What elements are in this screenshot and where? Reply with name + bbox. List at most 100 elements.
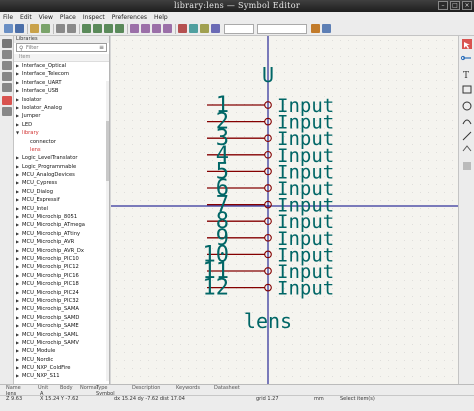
chevron-right-icon[interactable]: ▶ bbox=[16, 179, 19, 187]
library-item[interactable]: ▶ MCU_Microchip_PIC32 bbox=[14, 297, 109, 305]
filter-menu-icon[interactable]: ≡ bbox=[99, 44, 104, 51]
chevron-right-icon[interactable]: ▶ bbox=[16, 314, 19, 322]
check-symbol-icon[interactable] bbox=[311, 24, 320, 33]
save-icon[interactable] bbox=[15, 24, 24, 33]
library-item[interactable]: ▶ MCU_Microchip_ATtiny bbox=[14, 230, 109, 238]
add-text-icon[interactable]: T bbox=[463, 71, 469, 81]
chevron-right-icon[interactable]: ▶ bbox=[16, 163, 19, 171]
chevron-right-icon[interactable]: ▶ bbox=[16, 372, 19, 380]
mirror-v-icon[interactable] bbox=[152, 24, 161, 33]
grid-toggle-icon[interactable] bbox=[2, 39, 12, 48]
menu-place[interactable]: Place bbox=[60, 14, 76, 21]
library-item[interactable]: ▶ MCU_Microchip_AVR bbox=[14, 238, 109, 246]
zoom-out-icon[interactable] bbox=[104, 24, 113, 33]
library-item[interactable]: ▶ MCU_Microchip_PIC24 bbox=[14, 289, 109, 297]
symbol-canvas[interactable]: U 1 Input 2 Input 3 Input 4 Input 5 Input 6 Input 7 In… bbox=[111, 36, 458, 384]
add-rectangle-icon[interactable] bbox=[462, 85, 472, 94]
menu-file[interactable]: File bbox=[3, 14, 13, 21]
library-item[interactable]: ▶ Interface_USB bbox=[14, 87, 109, 95]
rotate-ccw-icon[interactable] bbox=[130, 24, 139, 33]
redo-icon[interactable] bbox=[67, 24, 76, 33]
library-item[interactable]: ▶ MCU_Microchip_SAMV bbox=[14, 339, 109, 347]
chevron-right-icon[interactable]: ▶ bbox=[16, 79, 19, 87]
library-item[interactable]: ▶ MCU_Microchip_SAMA bbox=[14, 305, 109, 313]
chevron-right-icon[interactable]: ▶ bbox=[16, 289, 19, 297]
chevron-right-icon[interactable]: ▶ bbox=[16, 221, 19, 229]
pin-table-icon[interactable] bbox=[41, 24, 50, 33]
library-item[interactable]: ▶ MCU_NXP_ColdFire bbox=[14, 364, 109, 372]
units-inch-icon[interactable] bbox=[2, 61, 12, 70]
maximize-button[interactable]: □ bbox=[450, 1, 460, 10]
library-item[interactable]: ▶ Isolator_Analog bbox=[14, 104, 109, 112]
library-item[interactable]: ▶ MCU_Espressif bbox=[14, 196, 109, 204]
chevron-right-icon[interactable]: ▶ bbox=[16, 205, 19, 213]
library-scrollbar[interactable] bbox=[106, 81, 109, 381]
chevron-right-icon[interactable]: ▶ bbox=[16, 305, 19, 313]
rotate-cw-icon[interactable] bbox=[141, 24, 150, 33]
polar-coords-icon[interactable] bbox=[2, 50, 12, 59]
library-item[interactable]: ▶ Logic_Programmable bbox=[14, 163, 109, 171]
chevron-right-icon[interactable]: ▶ bbox=[16, 272, 19, 280]
zoom-redraw-icon[interactable] bbox=[82, 24, 91, 33]
library-item[interactable]: ▶ Isolator bbox=[14, 96, 109, 104]
library-symbol-item[interactable]: lens bbox=[14, 146, 109, 154]
library-symbol-item[interactable]: connector bbox=[14, 138, 109, 146]
undo-icon[interactable] bbox=[56, 24, 65, 33]
mirror-h-icon[interactable] bbox=[163, 24, 172, 33]
chevron-right-icon[interactable]: ▶ bbox=[16, 171, 19, 179]
delete-tool-icon[interactable] bbox=[463, 162, 471, 170]
chevron-right-icon[interactable]: ▶ bbox=[16, 339, 19, 347]
library-item[interactable]: ▶ MCU_NXP_S11 bbox=[14, 372, 109, 380]
chevron-right-icon[interactable]: ▶ bbox=[16, 364, 19, 372]
show-hidden-pins-icon[interactable] bbox=[189, 24, 198, 33]
chevron-right-icon[interactable]: ▶ bbox=[16, 297, 19, 305]
chevron-right-icon[interactable]: ▶ bbox=[16, 356, 19, 364]
library-item[interactable]: ▶ MCU_AnalogDevices bbox=[14, 171, 109, 179]
library-item[interactable]: ▶ MCU_Nordic bbox=[14, 356, 109, 364]
add-arc-icon[interactable] bbox=[462, 119, 472, 125]
library-item[interactable]: ▶ MCU_Microchip_8051 bbox=[14, 213, 109, 221]
unit-selector-dropdown[interactable] bbox=[224, 24, 254, 34]
units-mm-icon[interactable] bbox=[2, 72, 12, 81]
library-item[interactable]: ▶ MCU_Microchip_SAMD bbox=[14, 314, 109, 322]
deMorgan-icon[interactable] bbox=[200, 24, 209, 33]
symbol-properties-icon[interactable] bbox=[30, 24, 39, 33]
close-button[interactable]: × bbox=[462, 1, 472, 10]
chevron-right-icon[interactable]: ▶ bbox=[16, 121, 19, 129]
add-circle-icon[interactable] bbox=[462, 101, 472, 111]
library-item[interactable]: ▶ Interface_Optical bbox=[14, 62, 109, 70]
datasheet-icon[interactable] bbox=[211, 24, 220, 33]
menu-inspect[interactable]: Inspect bbox=[83, 14, 105, 21]
library-item[interactable]: ▶ MCU_Microchip_PIC12 bbox=[14, 263, 109, 271]
cursor-shape-icon[interactable] bbox=[2, 83, 12, 92]
chevron-right-icon[interactable]: ▶ bbox=[16, 70, 19, 78]
library-item[interactable]: ▶ MCU_Microchip_SAML bbox=[14, 331, 109, 339]
library-item[interactable]: ▶ MCU_Intel bbox=[14, 205, 109, 213]
library-item[interactable]: ▶ MCU_Microchip_PIC10 bbox=[14, 255, 109, 263]
chevron-right-icon[interactable]: ▶ bbox=[16, 96, 19, 104]
chevron-right-icon[interactable]: ▶ bbox=[16, 154, 19, 162]
properties-panel-icon[interactable] bbox=[2, 107, 12, 116]
library-item[interactable]: ▶ Interface_Telecom bbox=[14, 70, 109, 78]
menu-edit[interactable]: Edit bbox=[20, 14, 32, 21]
update-symbol-icon[interactable] bbox=[322, 24, 331, 33]
chevron-right-icon[interactable]: ▶ bbox=[16, 104, 19, 112]
chevron-right-icon[interactable]: ▶ bbox=[16, 331, 19, 339]
chevron-right-icon[interactable]: ▶ bbox=[16, 230, 19, 238]
anchor-icon[interactable] bbox=[462, 145, 472, 152]
zoom-in-icon[interactable] bbox=[93, 24, 102, 33]
chevron-right-icon[interactable]: ▶ bbox=[16, 213, 19, 221]
chevron-right-icon[interactable]: ▶ bbox=[16, 280, 19, 288]
library-item[interactable]: ▶ MCU_Microchip_PIC18 bbox=[14, 280, 109, 288]
library-filter-input[interactable] bbox=[26, 44, 96, 51]
chevron-right-icon[interactable]: ▶ bbox=[16, 263, 19, 271]
add-pin-icon[interactable] bbox=[460, 55, 471, 61]
libraries-panel-toggle-icon[interactable] bbox=[2, 96, 12, 105]
library-item[interactable]: ▶ Jumper bbox=[14, 112, 109, 120]
library-item[interactable]: ▶ MCU_Microchip_PIC16 bbox=[14, 272, 109, 280]
body-style-dropdown[interactable] bbox=[257, 24, 307, 34]
add-line-icon[interactable] bbox=[462, 131, 472, 141]
library-item[interactable]: ▶ Interface_UART bbox=[14, 79, 109, 87]
library-item[interactable]: ▼ library bbox=[14, 129, 109, 137]
menu-preferences[interactable]: Preferences bbox=[112, 14, 147, 21]
